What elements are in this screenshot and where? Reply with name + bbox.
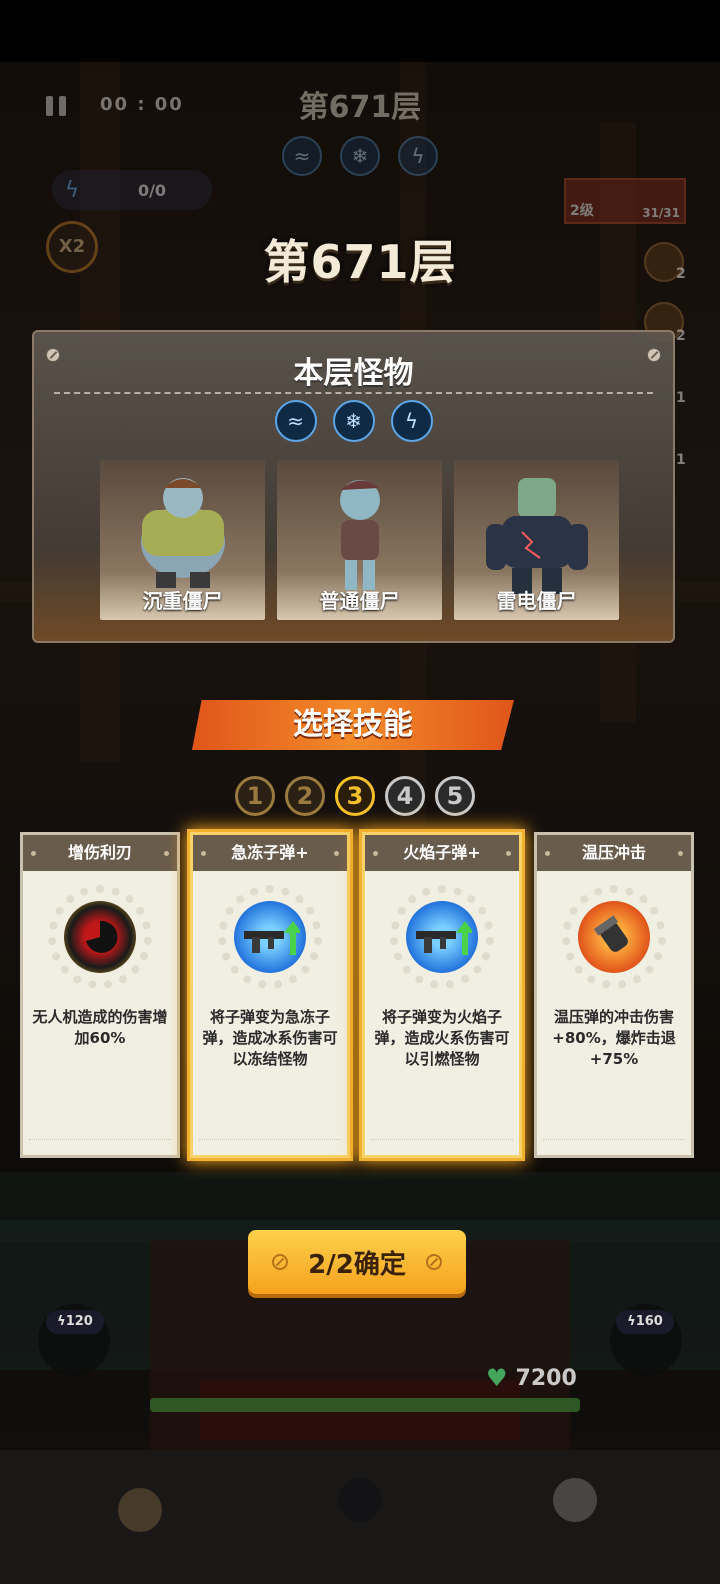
step-5: 5 — [435, 776, 475, 816]
side-skill-count: 2 — [676, 328, 686, 344]
skill-name: 火焰子弹+ — [365, 835, 519, 871]
weapon-slot[interactable]: 2级 31/31 — [564, 178, 686, 224]
skill-description: 将子弹变为急冻子弹，造成冰系伤害可以冻结怪物 — [202, 1008, 338, 1068]
step-4: 4 — [385, 776, 425, 816]
skill-description: 温压弹的冲击伤害+80%，爆炸击退+75% — [552, 1008, 676, 1068]
monster-name: 普通僵尸 — [319, 589, 400, 613]
monster-name: 沉重僵尸 — [142, 589, 223, 613]
wind-icon: ≈ — [282, 136, 322, 176]
right-energy-value: 160 — [635, 1314, 663, 1329]
ice-icon: ❄ — [332, 400, 375, 442]
monster-card[interactable]: 沉重僵尸 — [100, 460, 265, 620]
lightning-icon: ϟ — [398, 136, 438, 176]
skill-step-indicator: 1 2 3 4 5 — [0, 776, 720, 816]
electric-zombie-icon — [485, 478, 588, 594]
confirm-button[interactable]: 2/2确定 — [248, 1230, 466, 1294]
step-1: 1 — [235, 776, 275, 816]
bolt-icon: ϟ — [57, 1314, 66, 1329]
rifle-upgrade-icon — [406, 901, 478, 973]
left-turret-energy: ϟ120 — [46, 1310, 104, 1334]
side-skill-count: 1 — [676, 452, 686, 468]
lightning-icon: ϟ — [390, 400, 433, 442]
energy-meter: ϟ 0/0 — [52, 170, 212, 210]
skill-name: 温压冲击 — [537, 835, 691, 871]
ice-icon: ❄ — [340, 136, 380, 176]
hud-floor-label: 第671层 — [298, 90, 422, 125]
divider — [54, 392, 653, 394]
skill-card-blade[interactable]: 增伤利刃 无人机造成的伤害增加60% — [20, 832, 180, 1158]
rifle-upgrade-icon — [234, 901, 306, 973]
hp-value: 7200 — [515, 1365, 577, 1391]
heart-icon: ♥ — [486, 1364, 508, 1392]
floor-title: 第671层 — [263, 235, 457, 289]
status-bar — [0, 0, 720, 62]
normal-zombie-icon — [339, 480, 380, 590]
skill-description: 无人机造成的伤害增加60% — [32, 1008, 168, 1047]
bolt-icon: ϟ — [64, 177, 80, 203]
skill-select-title: 选择技能 — [293, 707, 413, 742]
wind-icon: ≈ — [274, 400, 317, 442]
side-skill-count: 1 — [676, 390, 686, 406]
base-hp: ♥ 7200 — [486, 1364, 577, 1392]
ban-icon — [425, 1254, 442, 1270]
weapon-ammo-count: 31/31 — [642, 206, 680, 220]
skill-card-freeze-bullet[interactable]: 急冻子弹+ 将子弹变为急冻子弹，造成冰系伤害可以冻结怪物 — [190, 832, 350, 1158]
monster-name: 雷电僵尸 — [496, 589, 577, 613]
right-turret-energy: ϟ160 — [616, 1310, 674, 1334]
heavy-zombie-icon — [140, 478, 225, 588]
panel-title: 本层怪物 — [293, 356, 414, 391]
skill-description: 将子弹变为火焰子弹，造成火系伤害可以引燃怪物 — [374, 1008, 510, 1068]
weapon-level: 2级 — [570, 203, 594, 219]
skill-name: 增伤利刃 — [23, 835, 177, 871]
left-energy-value: 120 — [65, 1314, 93, 1329]
ban-icon — [272, 1254, 289, 1270]
step-3: 3 — [335, 776, 375, 816]
monster-card[interactable]: 普通僵尸 — [277, 460, 442, 620]
skill-name: 急冻子弹+ — [193, 835, 347, 871]
monster-list: 沉重僵尸 普通僵尸 雷电僵尸 — [100, 460, 619, 620]
monster-card[interactable]: 雷电僵尸 — [454, 460, 619, 620]
confirm-label: 2/2确定 — [308, 1249, 406, 1280]
base-hp-bar — [150, 1398, 580, 1412]
thermobaric-shell-icon — [578, 901, 650, 973]
blade-icon — [64, 901, 136, 973]
skill-card-fire-bullet[interactable]: 火焰子弹+ 将子弹变为火焰子弹，造成火系伤害可以引燃怪物 — [362, 832, 522, 1158]
monster-element-icons: ≈ ❄ ϟ — [34, 400, 673, 442]
bolt-icon: ϟ — [627, 1314, 636, 1329]
skill-card-thermobaric[interactable]: 温压冲击 温压弹的冲击伤害+80%，爆炸击退+75% — [534, 832, 694, 1158]
step-2: 2 — [285, 776, 325, 816]
floor-monsters-panel: 本层怪物 ≈ ❄ ϟ 沉重僵尸 普通僵尸 雷电僵尸 — [32, 330, 675, 643]
energy-value: 0/0 — [137, 180, 167, 200]
